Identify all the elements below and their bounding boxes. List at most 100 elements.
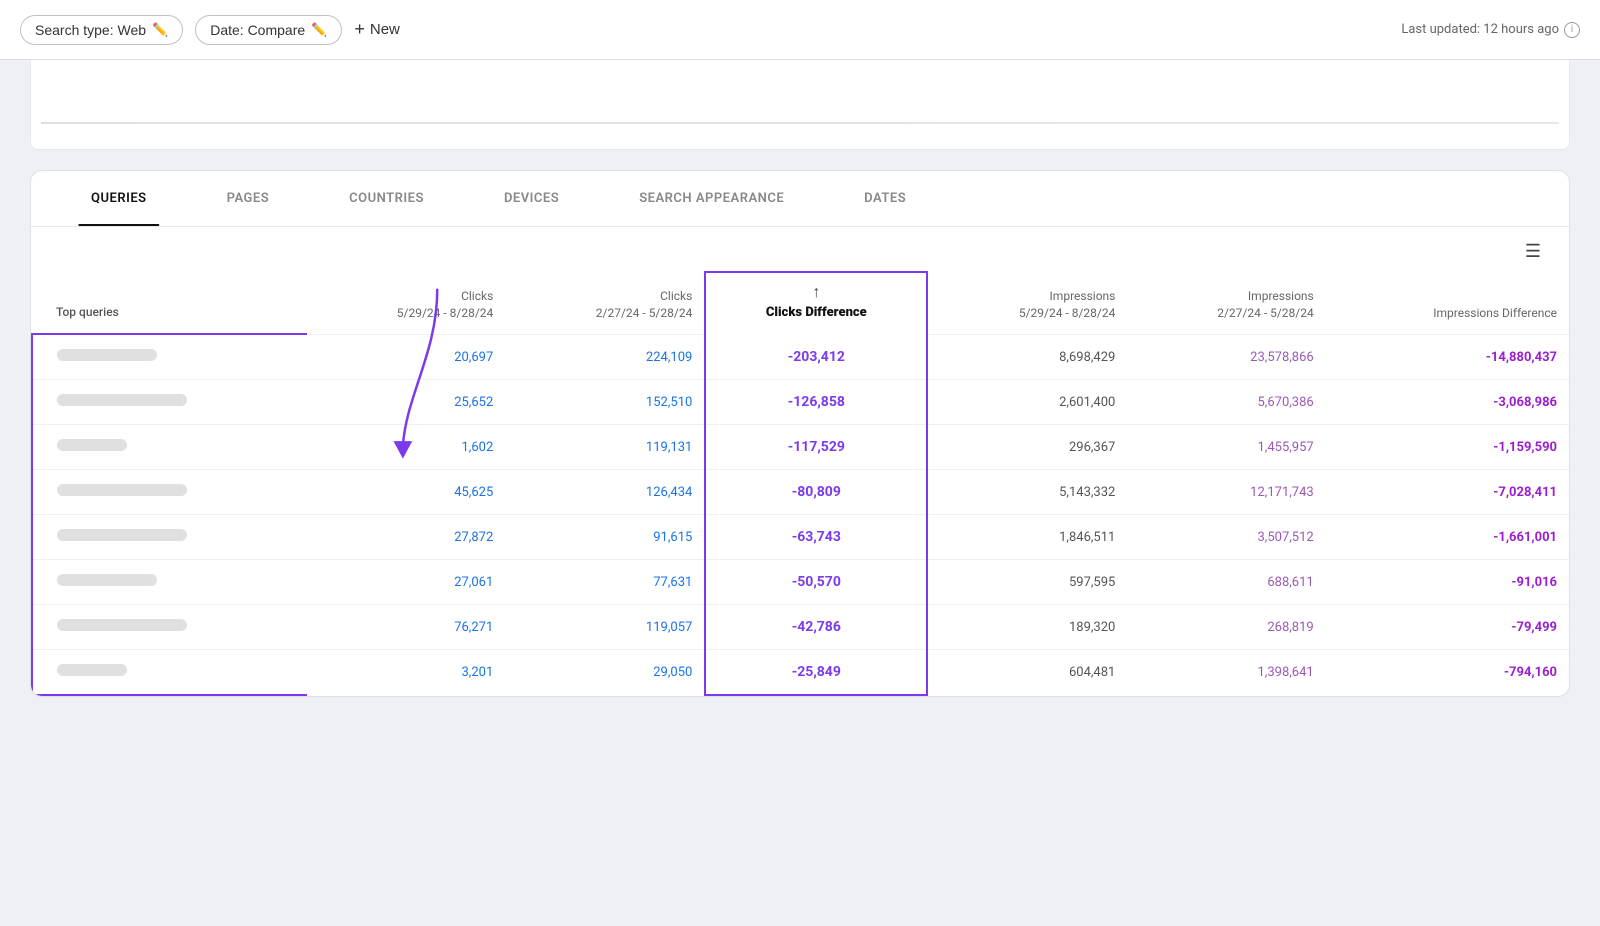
- tab-search-appearance[interactable]: SEARCH APPEARANCE: [599, 171, 824, 226]
- date-label: Date: Compare: [210, 22, 305, 38]
- tab-pages[interactable]: PAGES: [187, 171, 310, 226]
- cell-clicks-diff: -25,849: [705, 650, 927, 696]
- table-row: 3,20129,050-25,849604,4811,398,641-794,1…: [32, 650, 1569, 696]
- table-wrapper: Top queries Clicks 5/29/24 - 8/28/24 Cli…: [31, 271, 1569, 696]
- cell-clicks-old: 126,434: [505, 470, 705, 515]
- query-text-blurred: [57, 484, 187, 496]
- cell-query: [32, 470, 307, 515]
- tab-dates[interactable]: DATES: [824, 171, 946, 226]
- col-header-impressions-diff: Impressions Difference: [1326, 272, 1569, 334]
- filter-icon-row: ☰: [31, 227, 1569, 271]
- cell-query: [32, 380, 307, 425]
- cell-impressions-diff: -14,880,437: [1326, 334, 1569, 380]
- cell-query: [32, 605, 307, 650]
- cell-impressions-old: 12,171,743: [1127, 470, 1325, 515]
- filter-lines-icon[interactable]: ☰: [1517, 237, 1549, 266]
- cell-impressions-new: 189,320: [927, 605, 1127, 650]
- cell-clicks-diff: -203,412: [705, 334, 927, 380]
- tab-queries[interactable]: QUERIES: [51, 171, 187, 226]
- col-header-clicks-old: Clicks 2/27/24 - 5/28/24: [505, 272, 705, 334]
- edit-icon-2: ✏️: [311, 22, 327, 38]
- info-icon[interactable]: i: [1564, 22, 1580, 38]
- search-type-label: Search type: Web: [35, 22, 146, 38]
- cell-impressions-new: 8,698,429: [927, 334, 1127, 380]
- tab-countries[interactable]: COUNTRIES: [309, 171, 464, 226]
- cell-clicks-old: 119,131: [505, 425, 705, 470]
- query-text-blurred: [57, 439, 127, 451]
- cell-impressions-new: 597,595: [927, 560, 1127, 605]
- data-table: Top queries Clicks 5/29/24 - 8/28/24 Cli…: [31, 271, 1569, 696]
- query-text-blurred: [57, 349, 157, 361]
- cell-impressions-old: 688,611: [1127, 560, 1325, 605]
- cell-clicks-new: 20,697: [307, 334, 505, 380]
- top-bar: Search type: Web ✏️ Date: Compare ✏️ + N…: [0, 0, 1600, 60]
- table-row: 27,06177,631-50,570597,595688,611-91,016: [32, 560, 1569, 605]
- cell-query: [32, 560, 307, 605]
- query-text-blurred: [57, 574, 157, 586]
- col-header-query: Top queries: [32, 272, 307, 334]
- chart-area: [30, 60, 1570, 150]
- cell-impressions-new: 296,367: [927, 425, 1127, 470]
- query-text-blurred: [57, 394, 187, 406]
- col-header-clicks-new: Clicks 5/29/24 - 8/28/24: [307, 272, 505, 334]
- cell-impressions-old: 1,398,641: [1127, 650, 1325, 696]
- table-row: 27,87291,615-63,7431,846,5113,507,512-1,…: [32, 515, 1569, 560]
- cell-clicks-old: 77,631: [505, 560, 705, 605]
- cell-clicks-new: 45,625: [307, 470, 505, 515]
- last-updated: Last updated: 12 hours ago i: [1401, 22, 1580, 38]
- cell-impressions-old: 3,507,512: [1127, 515, 1325, 560]
- cell-impressions-diff: -3,068,986: [1326, 380, 1569, 425]
- cell-clicks-diff: -126,858: [705, 380, 927, 425]
- cell-impressions-old: 5,670,386: [1127, 380, 1325, 425]
- cell-impressions-diff: -7,028,411: [1326, 470, 1569, 515]
- cell-clicks-new: 25,652: [307, 380, 505, 425]
- table-row: 45,625126,434-80,8095,143,33212,171,743-…: [32, 470, 1569, 515]
- cell-clicks-old: 224,109: [505, 334, 705, 380]
- cell-query: [32, 425, 307, 470]
- table-row: 1,602119,131-117,529296,3671,455,957-1,1…: [32, 425, 1569, 470]
- cell-clicks-new: 76,271: [307, 605, 505, 650]
- cell-clicks-new: 1,602: [307, 425, 505, 470]
- col-header-clicks-diff: ↑ Clicks Difference: [705, 272, 927, 334]
- cell-query: [32, 334, 307, 380]
- new-label: New: [370, 21, 400, 38]
- new-button[interactable]: + New: [354, 19, 400, 40]
- cell-clicks-old: 152,510: [505, 380, 705, 425]
- table-row: 76,271119,057-42,786189,320268,819-79,49…: [32, 605, 1569, 650]
- cell-clicks-new: 27,872: [307, 515, 505, 560]
- cell-clicks-diff: -50,570: [705, 560, 927, 605]
- chart-line: [41, 122, 1559, 124]
- sort-up-arrow: ↑: [812, 281, 820, 303]
- table-header-row: Top queries Clicks 5/29/24 - 8/28/24 Cli…: [32, 272, 1569, 334]
- cell-clicks-diff: -117,529: [705, 425, 927, 470]
- cell-impressions-new: 1,846,511: [927, 515, 1127, 560]
- plus-icon: +: [354, 19, 365, 40]
- cell-clicks-diff: -80,809: [705, 470, 927, 515]
- cell-impressions-diff: -794,160: [1326, 650, 1569, 696]
- cell-clicks-diff: -63,743: [705, 515, 927, 560]
- cell-clicks-old: 29,050: [505, 650, 705, 696]
- cell-impressions-new: 604,481: [927, 650, 1127, 696]
- table-body: 20,697224,109-203,4128,698,42923,578,866…: [32, 334, 1569, 695]
- query-text-blurred: [57, 529, 187, 541]
- cell-impressions-old: 23,578,866: [1127, 334, 1325, 380]
- cell-query: [32, 650, 307, 696]
- cell-impressions-diff: -91,016: [1326, 560, 1569, 605]
- cell-impressions-diff: -1,661,001: [1326, 515, 1569, 560]
- cell-clicks-diff: -42,786: [705, 605, 927, 650]
- tab-devices[interactable]: DEVICES: [464, 171, 599, 226]
- cell-clicks-new: 3,201: [307, 650, 505, 696]
- search-type-filter[interactable]: Search type: Web ✏️: [20, 15, 183, 45]
- table-row: 20,697224,109-203,4128,698,42923,578,866…: [32, 334, 1569, 380]
- cell-impressions-new: 2,601,400: [927, 380, 1127, 425]
- date-filter[interactable]: Date: Compare ✏️: [195, 15, 342, 45]
- edit-icon: ✏️: [152, 22, 168, 38]
- table-row: 25,652152,510-126,8582,601,4005,670,386-…: [32, 380, 1569, 425]
- col-header-impressions-new: Impressions 5/29/24 - 8/28/24: [927, 272, 1127, 334]
- cell-query: [32, 515, 307, 560]
- cell-clicks-old: 91,615: [505, 515, 705, 560]
- query-text-blurred: [57, 664, 127, 676]
- tabs: QUERIES PAGES COUNTRIES DEVICES SEARCH A…: [31, 171, 1569, 227]
- main-content: QUERIES PAGES COUNTRIES DEVICES SEARCH A…: [30, 170, 1570, 697]
- col-header-impressions-old: Impressions 2/27/24 - 5/28/24: [1127, 272, 1325, 334]
